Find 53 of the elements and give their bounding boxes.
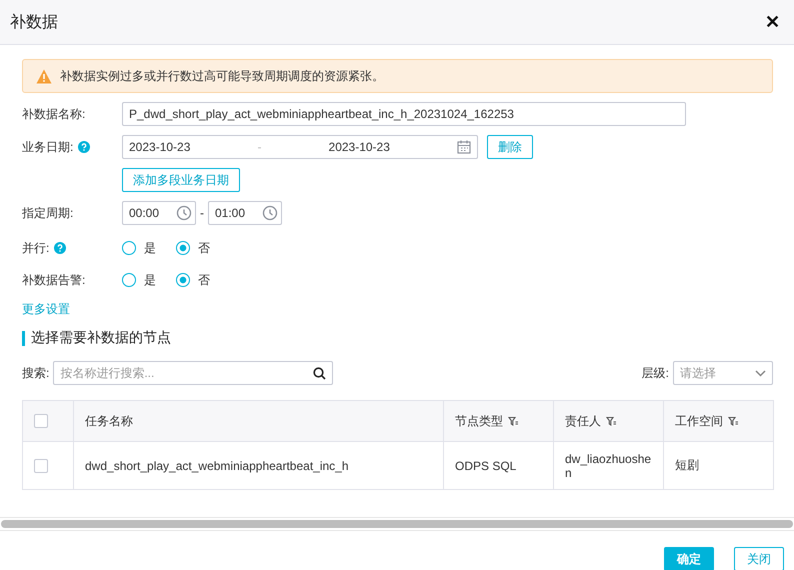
field-label: 指定周期:	[22, 204, 74, 222]
start-time-field[interactable]: 00:00	[122, 201, 196, 225]
dialog-title: 补数据	[10, 12, 58, 32]
radio-button[interactable]	[176, 273, 190, 287]
table-cell: dwd_short_play_act_webminiappheartbeat_inc_h	[85, 458, 349, 472]
radio-label: 否	[198, 240, 210, 256]
filter-icon[interactable]	[728, 416, 739, 426]
column-header: 工作空间	[675, 412, 723, 430]
more-settings-link[interactable]: 更多设置	[22, 301, 70, 318]
search-icon[interactable]	[313, 366, 326, 380]
calendar-icon	[456, 140, 471, 154]
filter-icon[interactable]	[606, 416, 617, 426]
radio-button[interactable]	[122, 273, 136, 287]
table-cell: 短剧	[675, 458, 699, 472]
section-title: 选择需要补数据的节点	[31, 329, 171, 347]
checkbox[interactable]	[34, 414, 48, 428]
column-header: 任务名称	[85, 412, 133, 430]
column-header: 责任人	[565, 412, 601, 430]
name-field[interactable]: P_dwd_short_play_act_webminiappheartbeat_inc_h_20231024_162253	[122, 102, 686, 126]
date-range-field[interactable]: 2023-10-23 - 2023-10-23	[122, 135, 478, 159]
level-label: 层级:	[642, 364, 669, 382]
search-field[interactable]: 按名称进行搜索...	[53, 361, 334, 385]
field-label: 业务日期:	[22, 138, 74, 156]
close-button[interactable]: 关闭	[734, 547, 784, 570]
range-dash: -	[200, 206, 204, 220]
field-label: 补数据名称:	[22, 106, 86, 122]
checkbox[interactable]	[34, 458, 48, 473]
clock-icon	[176, 205, 192, 221]
field-label: 并行:	[22, 240, 50, 256]
field-label: 补数据告警:	[22, 272, 86, 288]
end-time-field[interactable]: 01:00	[208, 201, 282, 225]
help-icon[interactable]	[78, 141, 90, 153]
radio-label: 是	[144, 240, 156, 256]
warning-icon	[36, 68, 52, 84]
table-cell: dw_liaozhuoshen	[565, 452, 652, 480]
level-dropdown[interactable]: 请选择	[673, 361, 773, 385]
close-button[interactable]: ✕	[763, 11, 782, 33]
column-header: 节点类型	[455, 412, 503, 430]
clock-icon	[262, 205, 278, 221]
help-icon[interactable]	[54, 242, 66, 254]
radio-label: 是	[144, 272, 156, 288]
warning-text: 补数据实例过多或并行数过高可能导致周期调度的资源紧张。	[60, 68, 384, 84]
radio-button[interactable]	[122, 241, 136, 255]
radio-button[interactable]	[176, 241, 190, 255]
add-date-range-button[interactable]: 添加多段业务日期	[122, 168, 240, 192]
scrollbar-thumb[interactable]	[1, 520, 793, 528]
search-label: 搜索:	[22, 364, 50, 382]
chevron-down-icon	[755, 370, 766, 376]
table-cell: ODPS SQL	[455, 458, 516, 472]
delete-button[interactable]: 删除	[487, 135, 533, 159]
radio-label: 否	[198, 272, 210, 288]
filter-icon[interactable]	[508, 416, 519, 426]
confirm-button[interactable]: 确定	[664, 547, 714, 570]
